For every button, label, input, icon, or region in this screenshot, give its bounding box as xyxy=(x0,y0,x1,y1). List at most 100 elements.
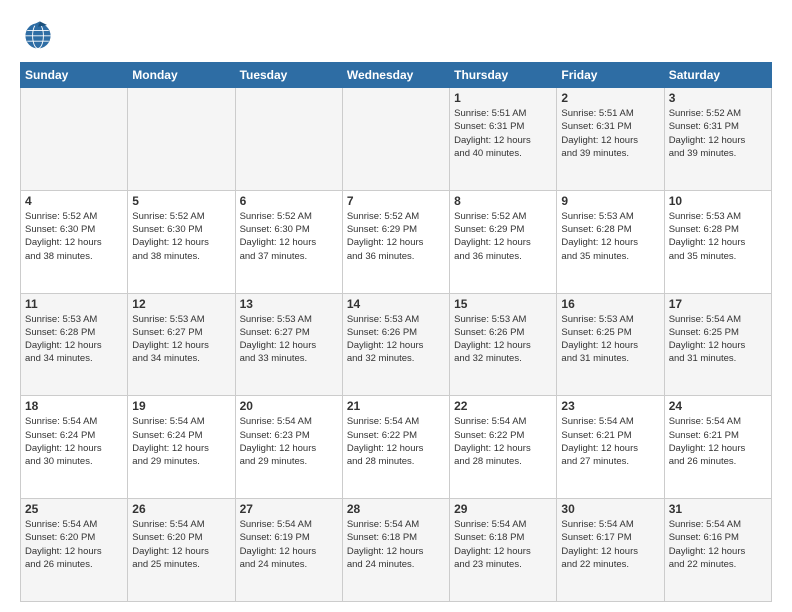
day-info: Sunrise: 5:52 AM Sunset: 6:31 PM Dayligh… xyxy=(669,107,767,160)
day-info: Sunrise: 5:54 AM Sunset: 6:24 PM Dayligh… xyxy=(25,415,123,468)
day-number: 2 xyxy=(561,91,659,105)
calendar-cell: 17Sunrise: 5:54 AM Sunset: 6:25 PM Dayli… xyxy=(664,293,771,396)
day-number: 7 xyxy=(347,194,445,208)
day-number: 22 xyxy=(454,399,552,413)
calendar-cell: 10 Sunrise: 5:53 AM Sunset: 6:28 PM Dayli… xyxy=(664,190,771,293)
calendar-cell: 26 Sunrise: 5:54 AM Sunset: 6:20 PM Dayli… xyxy=(128,499,235,602)
day-info: Sunrise: 5:54 AM Sunset: 6:22 PM Dayligh… xyxy=(454,415,552,468)
calendar-cell: 5 Sunrise: 5:52 AM Sunset: 6:30 PM Daylig… xyxy=(128,190,235,293)
day-info: Sunrise: 5:54 AM Sunset: 6:18 PM Dayligh… xyxy=(347,518,445,571)
day-info: Sunrise: 5:53 AM Sunset: 6:27 PM Dayligh… xyxy=(132,313,230,366)
calendar-cell: 22 Sunrise: 5:54 AM Sunset: 6:22 PM Dayli… xyxy=(450,396,557,499)
day-number: 14 xyxy=(347,297,445,311)
calendar-cell: 1 Sunrise: 5:51 AM Sunset: 6:31 PM Daylig… xyxy=(450,88,557,191)
day-number: 26 xyxy=(132,502,230,516)
day-header-tuesday: Tuesday xyxy=(235,63,342,88)
calendar-cell: 30 Sunrise: 5:54 AM Sunset: 6:17 PM Dayli… xyxy=(557,499,664,602)
day-number: 31 xyxy=(669,502,767,516)
day-info: Sunrise: 5:54 AM Sunset: 6:20 PM Dayligh… xyxy=(132,518,230,571)
day-number: 29 xyxy=(454,502,552,516)
calendar-cell xyxy=(128,88,235,191)
calendar-week-row: 18 Sunrise: 5:54 AM Sunset: 6:24 PM Dayli… xyxy=(21,396,772,499)
calendar-cell: 14 Sunrise: 5:53 AM Sunset: 6:26 PM Dayli… xyxy=(342,293,449,396)
day-header-thursday: Thursday xyxy=(450,63,557,88)
day-info: Sunrise: 5:53 AM Sunset: 6:28 PM Dayligh… xyxy=(669,210,767,263)
calendar-cell: 20 Sunrise: 5:54 AM Sunset: 6:23 PM Dayli… xyxy=(235,396,342,499)
day-info: Sunrise: 5:53 AM Sunset: 6:28 PM Dayligh… xyxy=(25,313,123,366)
day-info: Sunrise: 5:52 AM Sunset: 6:29 PM Dayligh… xyxy=(454,210,552,263)
calendar-cell: 4 Sunrise: 5:52 AM Sunset: 6:30 PM Daylig… xyxy=(21,190,128,293)
day-number: 13 xyxy=(240,297,338,311)
day-info: Sunrise: 5:52 AM Sunset: 6:30 PM Dayligh… xyxy=(240,210,338,263)
day-header-sunday: Sunday xyxy=(21,63,128,88)
day-header-wednesday: Wednesday xyxy=(342,63,449,88)
day-number: 1 xyxy=(454,91,552,105)
day-number: 15 xyxy=(454,297,552,311)
day-info: Sunrise: 5:54 AM Sunset: 6:21 PM Dayligh… xyxy=(669,415,767,468)
day-info: Sunrise: 5:54 AM Sunset: 6:18 PM Dayligh… xyxy=(454,518,552,571)
day-info: Sunrise: 5:54 AM Sunset: 6:23 PM Dayligh… xyxy=(240,415,338,468)
calendar-cell: 2 Sunrise: 5:51 AM Sunset: 6:31 PM Daylig… xyxy=(557,88,664,191)
calendar-cell: 9 Sunrise: 5:53 AM Sunset: 6:28 PM Daylig… xyxy=(557,190,664,293)
day-info: Sunrise: 5:54 AM Sunset: 6:17 PM Dayligh… xyxy=(561,518,659,571)
calendar-cell: 11 Sunrise: 5:53 AM Sunset: 6:28 PM Dayli… xyxy=(21,293,128,396)
day-number: 12 xyxy=(132,297,230,311)
day-number: 3 xyxy=(669,91,767,105)
day-info: Sunrise: 5:53 AM Sunset: 6:25 PM Dayligh… xyxy=(561,313,659,366)
day-header-saturday: Saturday xyxy=(664,63,771,88)
calendar-week-row: 1 Sunrise: 5:51 AM Sunset: 6:31 PM Daylig… xyxy=(21,88,772,191)
day-info: Sunrise: 5:54 AM Sunset: 6:21 PM Dayligh… xyxy=(561,415,659,468)
day-info: Sunrise: 5:53 AM Sunset: 6:27 PM Dayligh… xyxy=(240,313,338,366)
calendar-cell: 7 Sunrise: 5:52 AM Sunset: 6:29 PM Daylig… xyxy=(342,190,449,293)
calendar-cell xyxy=(342,88,449,191)
day-number: 8 xyxy=(454,194,552,208)
calendar-cell: 3 Sunrise: 5:52 AM Sunset: 6:31 PM Daylig… xyxy=(664,88,771,191)
calendar-week-row: 11 Sunrise: 5:53 AM Sunset: 6:28 PM Dayli… xyxy=(21,293,772,396)
day-number: 11 xyxy=(25,297,123,311)
day-number: 27 xyxy=(240,502,338,516)
calendar-cell: 28Sunrise: 5:54 AM Sunset: 6:18 PM Dayli… xyxy=(342,499,449,602)
day-info: Sunrise: 5:54 AM Sunset: 6:25 PM Dayligh… xyxy=(669,313,767,366)
day-number: 23 xyxy=(561,399,659,413)
calendar-cell: 12 Sunrise: 5:53 AM Sunset: 6:27 PM Dayli… xyxy=(128,293,235,396)
day-number: 25 xyxy=(25,502,123,516)
day-number: 30 xyxy=(561,502,659,516)
calendar-cell: 19Sunrise: 5:54 AM Sunset: 6:24 PM Dayli… xyxy=(128,396,235,499)
day-number: 5 xyxy=(132,194,230,208)
calendar-body: 1 Sunrise: 5:51 AM Sunset: 6:31 PM Daylig… xyxy=(21,88,772,602)
day-info: Sunrise: 5:51 AM Sunset: 6:31 PM Dayligh… xyxy=(561,107,659,160)
calendar-week-row: 25 Sunrise: 5:54 AM Sunset: 6:20 PM Dayli… xyxy=(21,499,772,602)
calendar-cell: 31 Sunrise: 5:54 AM Sunset: 6:16 PM Dayli… xyxy=(664,499,771,602)
day-info: Sunrise: 5:52 AM Sunset: 6:30 PM Dayligh… xyxy=(25,210,123,263)
calendar-cell: 8 Sunrise: 5:52 AM Sunset: 6:29 PM Daylig… xyxy=(450,190,557,293)
calendar-cell: 29 Sunrise: 5:54 AM Sunset: 6:18 PM Dayli… xyxy=(450,499,557,602)
day-info: Sunrise: 5:52 AM Sunset: 6:30 PM Dayligh… xyxy=(132,210,230,263)
calendar-cell xyxy=(21,88,128,191)
day-info: Sunrise: 5:53 AM Sunset: 6:28 PM Dayligh… xyxy=(561,210,659,263)
day-number: 4 xyxy=(25,194,123,208)
calendar-cell xyxy=(235,88,342,191)
calendar-cell: 24Sunrise: 5:54 AM Sunset: 6:21 PM Dayli… xyxy=(664,396,771,499)
day-number: 10 xyxy=(669,194,767,208)
day-info: Sunrise: 5:52 AM Sunset: 6:29 PM Dayligh… xyxy=(347,210,445,263)
day-info: Sunrise: 5:51 AM Sunset: 6:31 PM Dayligh… xyxy=(454,107,552,160)
day-info: Sunrise: 5:53 AM Sunset: 6:26 PM Dayligh… xyxy=(347,313,445,366)
day-number: 18 xyxy=(25,399,123,413)
calendar-cell: 13 Sunrise: 5:53 AM Sunset: 6:27 PM Dayli… xyxy=(235,293,342,396)
day-header-monday: Monday xyxy=(128,63,235,88)
calendar-cell: 25Sunrise: 5:54 AM Sunset: 6:20 PM Dayli… xyxy=(21,499,128,602)
day-number: 6 xyxy=(240,194,338,208)
day-number: 20 xyxy=(240,399,338,413)
calendar-cell: 18 Sunrise: 5:54 AM Sunset: 6:24 PM Dayli… xyxy=(21,396,128,499)
page: SundayMondayTuesdayWednesdayThursdayFrid… xyxy=(0,0,792,612)
day-number: 9 xyxy=(561,194,659,208)
day-number: 19 xyxy=(132,399,230,413)
logo xyxy=(20,16,60,52)
day-info: Sunrise: 5:54 AM Sunset: 6:22 PM Dayligh… xyxy=(347,415,445,468)
logo-icon xyxy=(20,16,56,52)
calendar-cell: 6 Sunrise: 5:52 AM Sunset: 6:30 PM Daylig… xyxy=(235,190,342,293)
calendar-header-row: SundayMondayTuesdayWednesdayThursdayFrid… xyxy=(21,63,772,88)
day-info: Sunrise: 5:54 AM Sunset: 6:16 PM Dayligh… xyxy=(669,518,767,571)
calendar-cell: 27Sunrise: 5:54 AM Sunset: 6:19 PM Dayli… xyxy=(235,499,342,602)
day-number: 21 xyxy=(347,399,445,413)
